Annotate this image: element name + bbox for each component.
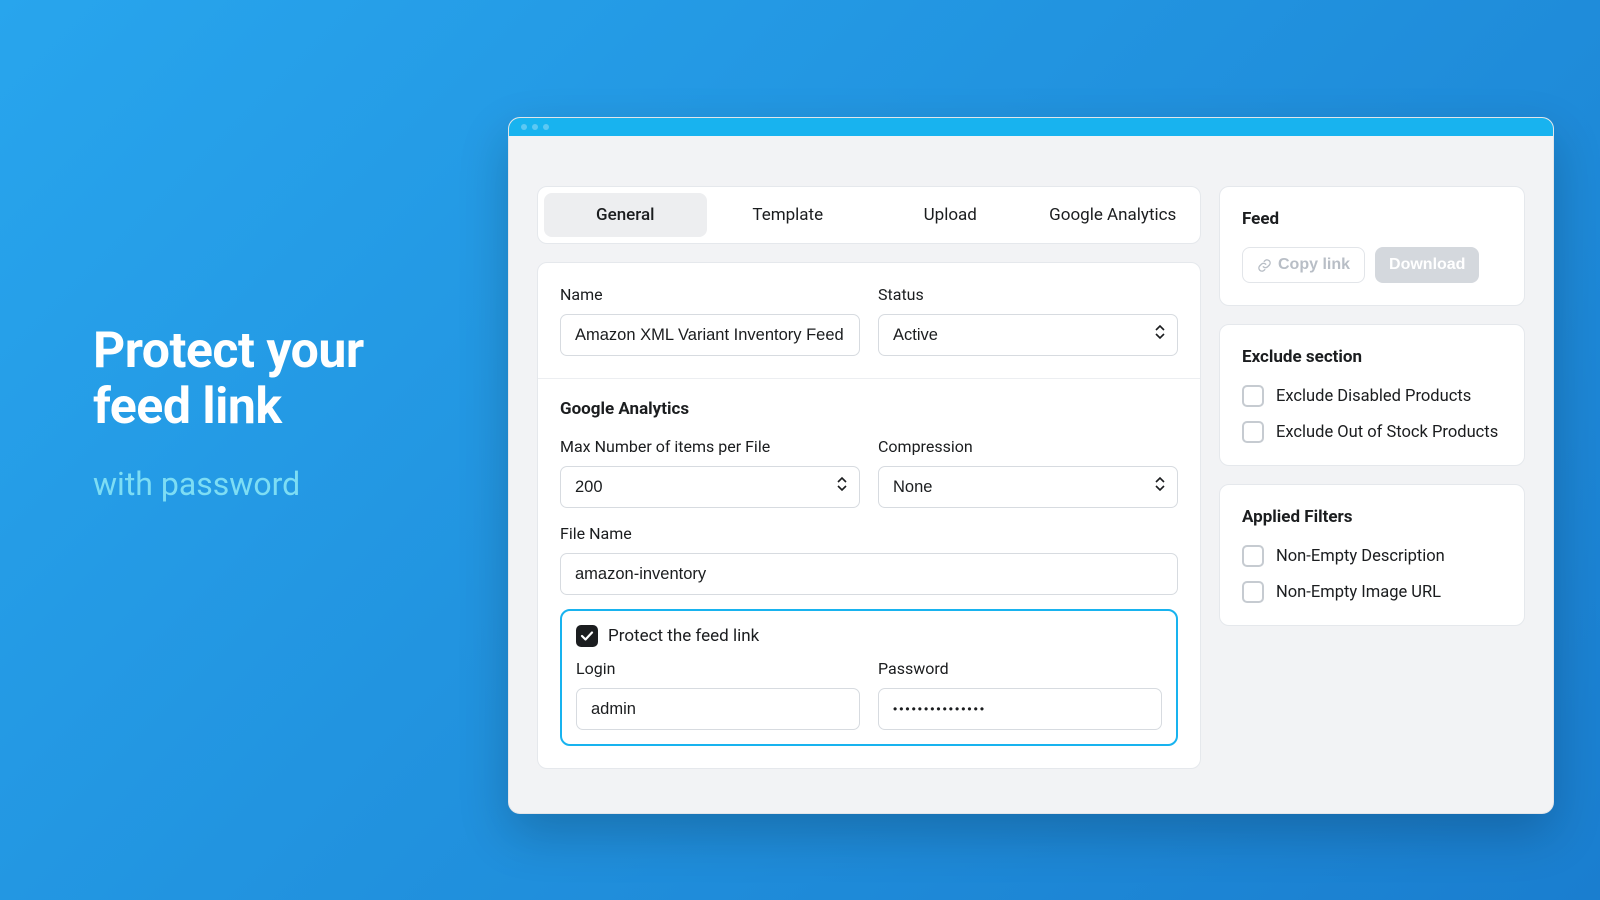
marketing-headline-line1: Protect your [93, 322, 364, 380]
checkbox-empty-icon [1242, 581, 1264, 603]
feed-heading: Feed [1242, 209, 1502, 229]
window-dot [521, 124, 527, 130]
feed-settings-card: Name Status [537, 262, 1201, 769]
exclude-heading: Exclude section [1242, 347, 1502, 367]
protect-feed-checkbox-row[interactable]: Protect the feed link [576, 625, 1162, 647]
checkbox-empty-icon [1242, 421, 1264, 443]
exclude-disabled-label: Exclude Disabled Products [1276, 387, 1471, 406]
exclude-section-card: Exclude section Exclude Disabled Product… [1219, 324, 1525, 466]
link-icon [1257, 258, 1272, 273]
tab-bar: General Template Upload Google Analytics [537, 186, 1201, 244]
filename-label: File Name [560, 524, 1178, 543]
divider [538, 378, 1200, 379]
filename-input[interactable] [560, 553, 1178, 595]
checkbox-checked-icon [576, 625, 598, 647]
tab-template[interactable]: Template [707, 193, 870, 237]
password-label: Password [878, 659, 1162, 678]
status-select[interactable] [878, 314, 1178, 356]
exclude-oos-checkbox[interactable]: Exclude Out of Stock Products [1242, 421, 1502, 443]
select-stepper-icon [836, 476, 848, 498]
download-label: Download [1389, 256, 1465, 274]
max-items-select[interactable] [560, 466, 860, 508]
filter-desc-label: Non-Empty Description [1276, 547, 1445, 566]
app-window: General Template Upload Google Analytics… [508, 117, 1554, 814]
compression-label: Compression [878, 437, 1178, 456]
marketing-subtitle: with password [93, 465, 433, 503]
login-label: Login [576, 659, 860, 678]
tab-general[interactable]: General [544, 193, 707, 237]
window-dot [532, 124, 538, 130]
select-stepper-icon [1154, 476, 1166, 498]
window-dot [543, 124, 549, 130]
name-label: Name [560, 285, 860, 304]
copy-link-label: Copy link [1278, 256, 1350, 274]
max-items-label: Max Number of items per File [560, 437, 860, 456]
marketing-headline: Protect your feed link [93, 323, 433, 435]
checkbox-empty-icon [1242, 545, 1264, 567]
marketing-copy: Protect your feed link with password [93, 323, 433, 503]
name-input[interactable] [560, 314, 860, 356]
filter-nonempty-description-checkbox[interactable]: Non-Empty Description [1242, 545, 1502, 567]
login-input[interactable] [576, 688, 860, 730]
password-input[interactable] [878, 688, 1162, 730]
tab-google-analytics[interactable]: Google Analytics [1032, 193, 1195, 237]
copy-link-button[interactable]: Copy link [1242, 247, 1365, 283]
filter-img-label: Non-Empty Image URL [1276, 583, 1441, 602]
protect-feed-section: Protect the feed link Login Password [560, 609, 1178, 746]
applied-filters-card: Applied Filters Non-Empty Description No… [1219, 484, 1525, 626]
checkbox-empty-icon [1242, 385, 1264, 407]
download-button[interactable]: Download [1375, 247, 1479, 283]
feed-actions-card: Feed Copy link Download [1219, 186, 1525, 306]
filters-heading: Applied Filters [1242, 507, 1502, 527]
tab-upload[interactable]: Upload [869, 193, 1032, 237]
marketing-headline-line2: feed link [93, 378, 282, 436]
status-label: Status [878, 285, 1178, 304]
ga-heading: Google Analytics [560, 399, 1178, 419]
window-titlebar [509, 118, 1553, 136]
select-stepper-icon [1154, 324, 1166, 346]
exclude-oos-label: Exclude Out of Stock Products [1276, 423, 1498, 442]
compression-select[interactable] [878, 466, 1178, 508]
exclude-disabled-checkbox[interactable]: Exclude Disabled Products [1242, 385, 1502, 407]
filter-nonempty-image-checkbox[interactable]: Non-Empty Image URL [1242, 581, 1502, 603]
protect-feed-label: Protect the feed link [608, 626, 759, 646]
